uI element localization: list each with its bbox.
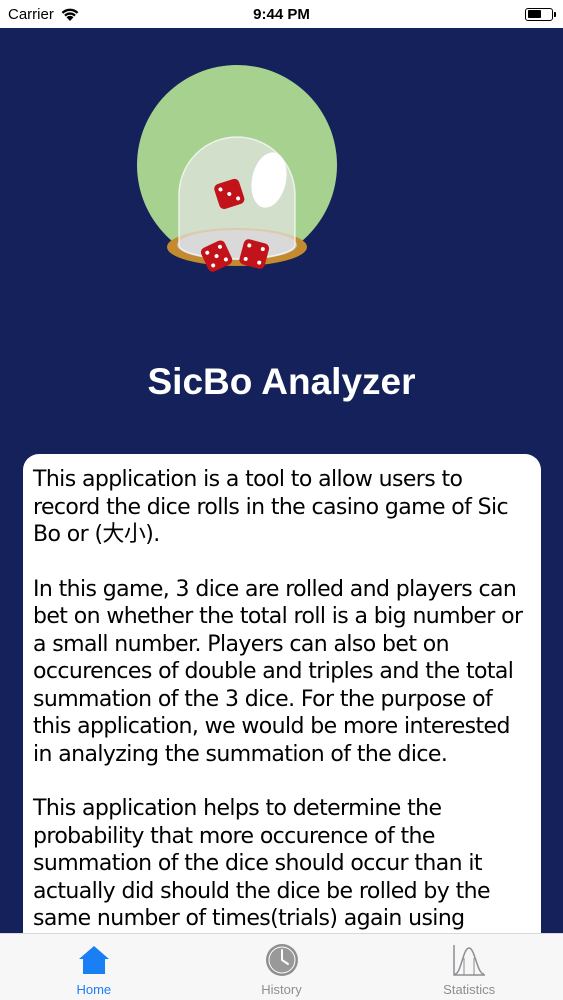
tab-home-label: Home <box>76 982 112 997</box>
status-left: Carrier <box>0 6 80 23</box>
app-title: SicBo Analyzer <box>147 361 416 402</box>
tab-statistics[interactable]: Statistics <box>375 934 563 1000</box>
wifi-icon <box>61 8 79 21</box>
sicbo-logo <box>137 65 337 272</box>
description-paragraph-1: This application is a tool to allow user… <box>33 467 509 547</box>
battery-icon <box>525 7 556 21</box>
description-paragraph-2: In this game, 3 dice are rolled and play… <box>33 576 523 767</box>
status-time: 9:44 PM <box>253 5 310 23</box>
tab-history-label: History <box>261 982 302 997</box>
home-screen: SicBo Analyzer This application is a too… <box>0 28 563 933</box>
description-paragraph-3: This application helps to determine the … <box>33 796 491 931</box>
status-right <box>525 7 563 21</box>
chart-icon <box>453 945 486 976</box>
carrier-label: Carrier <box>8 5 54 23</box>
tab-bar: Home History Statistics <box>0 933 563 1000</box>
status-bar: Carrier 9:44 PM <box>0 0 563 28</box>
tab-home[interactable]: Home <box>0 934 188 1000</box>
tab-history[interactable]: History <box>188 934 376 1000</box>
clock-icon <box>265 944 298 976</box>
home-icon <box>78 946 109 974</box>
tab-statistics-label: Statistics <box>443 982 496 997</box>
description-card[interactable]: This application is a tool to allow user… <box>23 454 541 933</box>
battery-fill <box>527 10 541 18</box>
